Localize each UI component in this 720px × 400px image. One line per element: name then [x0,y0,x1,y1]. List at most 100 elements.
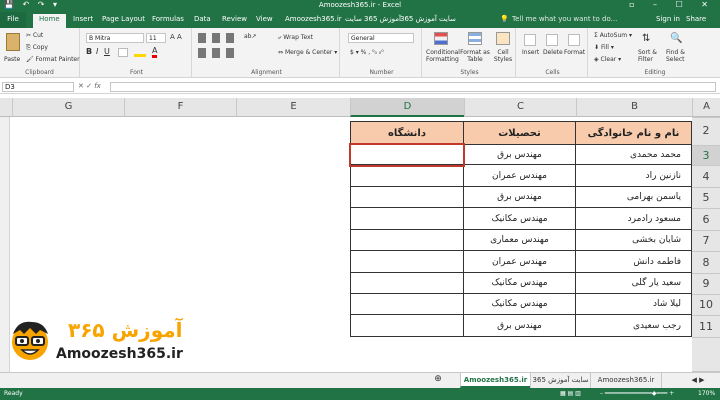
underline-button[interactable]: U [104,47,110,56]
merge-center-button[interactable]: ⇔ Merge & Center ▾ [278,49,337,56]
name-box[interactable]: D3 [2,82,74,92]
cell-styles-button[interactable]: Cell Styles [492,49,514,63]
table-header-name[interactable]: نام و نام خانوادگی [576,121,692,145]
tab-amoozesh[interactable]: Amoozesh365.ir [285,15,342,23]
table-header-uni[interactable]: دانشگاه [350,121,464,145]
number-format-select[interactable]: General [348,33,414,43]
tab-file[interactable]: File [0,12,26,28]
formula-input[interactable] [110,82,716,92]
format-as-table-button[interactable]: Format as Table [460,49,490,63]
table-cell-name[interactable]: سعید یار گلی [576,273,692,294]
table-cell-edu[interactable]: مهندس برق [464,145,576,165]
table-cell-edu[interactable]: مهندس معماری [464,230,576,251]
row-header-4[interactable]: 4 [692,165,720,187]
wrap-text-button[interactable]: ⤶ Wrap Text [278,34,313,42]
find-select-button[interactable]: Find & Select [666,49,692,63]
insert-cells-icon[interactable] [524,34,536,46]
table-cell-uni[interactable] [350,251,464,273]
paste-icon[interactable] [6,33,20,51]
fill-color-icon[interactable] [134,48,146,57]
table-cell-edu[interactable]: مهندس برق [464,187,576,208]
table-cell-edu[interactable]: مهندس مکانیک [464,208,576,230]
font-color-icon[interactable]: A [152,46,158,58]
tab-data[interactable]: Data [194,15,211,23]
find-select-icon[interactable]: 🔍 [670,33,682,44]
table-cell-name[interactable]: مسعود رادمرد [576,208,692,230]
table-cell-edu[interactable]: مهندس مکانیک [464,273,576,294]
new-sheet-button[interactable]: ⊕ [428,373,448,388]
table-cell-name[interactable]: رجب سعیدی [576,315,692,337]
cell-styles-icon[interactable] [496,32,510,45]
table-cell-uni[interactable] [350,208,464,230]
column-header-D[interactable]: D [350,98,464,117]
format-painter-button[interactable]: 🖌 Format Painter [26,56,80,63]
clear-button[interactable]: ◈ Clear ▾ [594,56,621,63]
table-cell-uni[interactable] [350,294,464,315]
table-cell-edu[interactable]: مهندس عمران [464,251,576,273]
zoom-slider[interactable]: – ━━━━━━━━━━━━━◆━━━ + [600,390,674,397]
column-header-A[interactable]: A [692,98,720,117]
row-header-2[interactable]: 2 [692,117,720,145]
table-cell-name[interactable]: فاطمه دانش [576,251,692,273]
sheet-tab-amoozesh-2[interactable]: Amoozesh365.ir [590,373,662,388]
table-cell-name[interactable]: یاسمن بهرامی [576,187,692,208]
fill-button[interactable]: ⬇ Fill ▾ [594,44,614,51]
row-header-11[interactable]: 11 [692,315,720,337]
table-header-edu[interactable]: تحصیلات [464,121,576,145]
font-size-select[interactable]: 11 [146,33,166,43]
row-header-8[interactable]: 8 [692,251,720,273]
tab-page-layout[interactable]: Page Layout [102,15,145,23]
tab-site-1[interactable]: آموزش 365 سایت [345,15,401,23]
table-cell-name[interactable]: لیلا شاد [576,294,692,315]
table-cell-uni[interactable] [350,230,464,251]
tab-review[interactable]: Review [222,15,247,23]
sheet-tab-site[interactable]: سایت آموزش 365 [530,373,590,388]
window-controls[interactable]: ▫ – ☐ ✕ [629,0,716,9]
zoom-level[interactable]: 170% [698,390,715,397]
format-cells-button[interactable]: Format [564,49,585,56]
orientation-icon[interactable]: ab↗ [244,33,257,40]
column-header-G[interactable]: G [12,98,124,117]
conditional-formatting-button[interactable]: Conditional Formatting [426,49,460,63]
vertical-scrollbar[interactable] [0,117,10,372]
font-name-select[interactable]: B Mitra [86,33,144,43]
table-cell-edu[interactable]: مهندس برق [464,315,576,337]
horizontal-align-icons[interactable] [198,48,238,58]
tab-insert[interactable]: Insert [73,15,93,23]
tab-home[interactable]: Home [33,14,66,28]
table-cell-edu[interactable]: مهندس مکانیک [464,294,576,315]
delete-cells-button[interactable]: Delete [543,49,563,56]
signin-link[interactable]: Sign in [656,15,680,23]
delete-cells-icon[interactable] [546,34,558,46]
table-cell-uni[interactable] [350,187,464,208]
row-header-6[interactable]: 6 [692,208,720,230]
table-cell-uni[interactable] [350,315,464,337]
share-button[interactable]: Share [686,15,706,23]
tab-site-2[interactable]: سایت آموزش 365 [400,15,456,23]
row-header-9[interactable]: 9 [692,273,720,294]
sort-filter-icon[interactable]: ⇅ [642,33,650,44]
tab-formulas[interactable]: Formulas [152,15,184,23]
column-header-B[interactable]: B [576,98,692,117]
table-cell-uni[interactable] [350,273,464,294]
row-header-12[interactable] [692,337,720,372]
table-cell-edu[interactable]: مهندس عمران [464,165,576,187]
autosum-button[interactable]: Σ AutoSum ▾ [594,32,632,39]
paste-button[interactable]: Paste [4,56,20,63]
bold-button[interactable]: B [86,47,92,56]
sort-filter-button[interactable]: Sort & Filter [638,49,660,63]
cut-button[interactable]: ✂ Cut [26,32,43,39]
row-header-10[interactable]: 10 [692,294,720,315]
format-cells-icon[interactable] [568,34,580,46]
borders-icon[interactable] [118,48,128,57]
row-header-3[interactable]: 3 [692,145,720,165]
number-format-icons[interactable]: $ ▾ % , ⁰₀ ₀⁰ [350,49,384,56]
table-cell-name[interactable]: شایان بخشی [576,230,692,251]
conditional-formatting-icon[interactable] [434,32,448,45]
table-cell-uni[interactable] [350,165,464,187]
column-header-C[interactable]: C [464,98,576,117]
format-as-table-icon[interactable] [468,32,482,45]
italic-button[interactable]: I [96,47,98,56]
table-cell-name[interactable]: نازنین راد [576,165,692,187]
view-mode-icons[interactable]: ▦ ▤ ▥ [560,390,581,397]
